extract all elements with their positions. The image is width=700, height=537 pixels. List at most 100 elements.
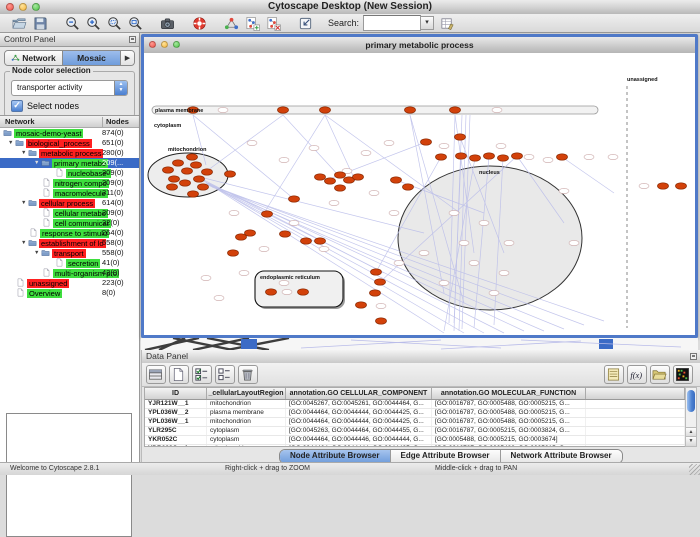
column-header[interactable]: _cellularLayoutRegion	[207, 388, 286, 399]
tree-row-count: 558(0)	[102, 248, 124, 258]
open-folder-button[interactable]	[650, 365, 670, 384]
table-row[interactable]: YDR039C__1mitochondrion[GO:0044464, GO:0…	[145, 445, 685, 447]
table-header-row: ID_cellularLayoutRegionannotation.GO CEL…	[145, 388, 685, 400]
scrollbar-thumb[interactable]	[687, 390, 695, 412]
tree-row-metabolic-process[interactable]: ▼metabolic process280(0)	[0, 148, 139, 158]
column-header[interactable]: ID	[145, 388, 207, 399]
attribute-grid-button[interactable]	[146, 365, 166, 384]
node-color-dropdown[interactable]: transporter activity ▲▼	[11, 80, 128, 96]
annotation-button[interactable]	[297, 15, 316, 32]
create-view-icon	[245, 16, 260, 31]
network-canvas[interactable]: plasma membranecytoplasmmitochondrionnuc…	[144, 53, 695, 335]
notes-icon	[606, 367, 621, 382]
node-color-selection-group: Node color selection transporter activit…	[4, 71, 135, 117]
tree-row-response-to-stimulu[interactable]: response to stimulu264(0)	[0, 228, 139, 238]
zoom-selected-icon	[107, 16, 122, 31]
table-row[interactable]: YPL036W__1mitochondrion[GO:0044464, GO:0…	[145, 418, 685, 427]
zoom-in-button[interactable]	[85, 15, 104, 32]
new-attribute-button[interactable]	[169, 365, 189, 384]
tree-row-cellular-metabo[interactable]: cellular metabo209(0)	[0, 208, 139, 218]
tab-network[interactable]: Network	[5, 51, 63, 65]
create-view-button[interactable]	[244, 15, 263, 32]
toolbar-group	[190, 15, 211, 32]
open-button[interactable]	[11, 15, 30, 32]
table-cell: [GO:0044464, GO:0044446, GO:0044444, G..…	[286, 436, 432, 444]
background-network-decoration	[141, 338, 698, 350]
unselect-attributes-button[interactable]	[215, 365, 235, 384]
tree-row-multi-organism-pro[interactable]: multi-organism pro42(0)	[0, 268, 139, 278]
tree-row-macromolecule[interactable]: macromolecule311(0)	[0, 188, 139, 198]
tree-row-nitrogen-compo[interactable]: nitrogen compo209(0)	[0, 178, 139, 188]
function-button[interactable]: f(x)	[627, 365, 647, 384]
expand-arrow-icon[interactable]: ▼	[8, 138, 15, 148]
delete-attribute-button[interactable]	[238, 365, 258, 384]
file-icon	[55, 258, 64, 267]
vizmapper-button[interactable]	[223, 15, 242, 32]
table-cell	[586, 436, 685, 444]
table-row[interactable]: YKR052Ccytoplasm[GO:0044464, GO:0044446,…	[145, 436, 685, 445]
expand-arrow-icon[interactable]: ▼	[21, 198, 28, 208]
table-scrollbar[interactable]: ▲ ▼	[685, 387, 697, 447]
toolbar-group	[10, 15, 52, 32]
tree-row-count: 558(0)	[102, 238, 124, 248]
network-graph: plasma membranecytoplasmmitochondrionnuc…	[144, 53, 695, 335]
expand-arrow-icon[interactable]: ▼	[21, 148, 28, 158]
tab-network-label: Network	[22, 53, 56, 63]
tree-row-cell-communicat[interactable]: cell communicat22(0)	[0, 218, 139, 228]
tree-row-biological-process[interactable]: ▼biological_process651(0)	[0, 138, 139, 148]
search-settings-button[interactable]	[439, 15, 458, 32]
unselect-attributes-icon	[217, 367, 232, 382]
open-icon	[12, 16, 27, 31]
destroy-view-button[interactable]	[265, 15, 284, 32]
tree-row-secretion[interactable]: secretion41(0)	[0, 258, 139, 268]
expand-arrow-icon[interactable]: ▼	[34, 248, 41, 258]
tree-row-establishment-of-lo[interactable]: ▼establishment of lo558(0)	[0, 238, 139, 248]
tree-row-count: 651(0)	[102, 138, 124, 148]
table-cell	[586, 400, 685, 408]
select-attributes-icon	[194, 367, 209, 382]
tree-row-primary-metabo[interactable]: ▼primary metabo209(...	[0, 158, 139, 168]
birdseye-view[interactable]	[6, 413, 132, 537]
zoom-out-button[interactable]	[64, 15, 83, 32]
select-attributes-button[interactable]	[192, 365, 212, 384]
tree-row-nucleobase-[interactable]: nucleobase-209(0)	[0, 168, 139, 178]
select-nodes-checkbox[interactable]: ✓	[11, 100, 23, 112]
table-cell: YKR052C	[145, 436, 207, 444]
table-row[interactable]: YPL036W__2plasma membrane[GO:0044464, GO…	[145, 409, 685, 418]
tree-row-mosaic-demo-yeast[interactable]: mosaic-demo-yeast874(0)	[0, 128, 139, 138]
help-button[interactable]	[191, 15, 210, 32]
zoom-selected-button[interactable]	[106, 15, 125, 32]
matrix-button[interactable]	[673, 365, 693, 384]
zoom-fit-button[interactable]	[127, 15, 146, 32]
tabs-overflow-button[interactable]: ▶	[121, 51, 134, 65]
data-panel-header: Data Panel	[142, 350, 700, 364]
scroll-down-button[interactable]: ▼	[686, 436, 696, 446]
tree-row-cellular-process[interactable]: ▼cellular process614(0)	[0, 198, 139, 208]
notes-button[interactable]	[604, 365, 624, 384]
column-header[interactable]	[586, 388, 685, 399]
select-nodes-checkbox-row[interactable]: ✓ Select nodes	[11, 100, 130, 112]
search-dropdown-button[interactable]: ▾	[421, 16, 434, 30]
table-cell	[586, 409, 685, 417]
network-window-titlebar[interactable]: primary metabolic process	[144, 37, 695, 54]
snapshot-button[interactable]	[159, 15, 178, 32]
table-cell: [GO:0016787, GO:0005488, GO:0005215, G..…	[432, 445, 586, 447]
column-header[interactable]: annotation.GO CELLULAR_COMPONENT	[286, 388, 432, 399]
resize-grip[interactable]	[689, 464, 700, 475]
table-cell: [GO:0044464, GO:0044444, GO:0044425, G..…	[286, 409, 432, 417]
tree-row-overview[interactable]: Overview8(0)	[0, 288, 139, 298]
tree-row-unassigned[interactable]: unassigned223(0)	[0, 278, 139, 288]
tree-row-count: 223(0)	[102, 278, 124, 288]
table-row[interactable]: YLR295Ccytoplasm[GO:0045263, GO:0044464,…	[145, 427, 685, 436]
tree-row-label: cellular process	[39, 199, 95, 208]
expand-arrow-icon[interactable]: ▼	[21, 238, 28, 248]
column-header[interactable]: annotation.GO MOLECULAR_FUNCTION	[432, 388, 586, 399]
tree-row-transport[interactable]: ▼transport558(0)	[0, 248, 139, 258]
float-panel-icon[interactable]	[129, 36, 136, 43]
expand-arrow-icon[interactable]: ▼	[34, 158, 41, 168]
save-button[interactable]	[32, 15, 51, 32]
tab-mosaic[interactable]: Mosaic	[63, 51, 121, 65]
table-row[interactable]: YJR121W__1mitochondrion[GO:0045267, GO:0…	[145, 400, 685, 409]
float-panel-icon[interactable]	[690, 353, 697, 360]
search-input[interactable]	[363, 15, 421, 31]
